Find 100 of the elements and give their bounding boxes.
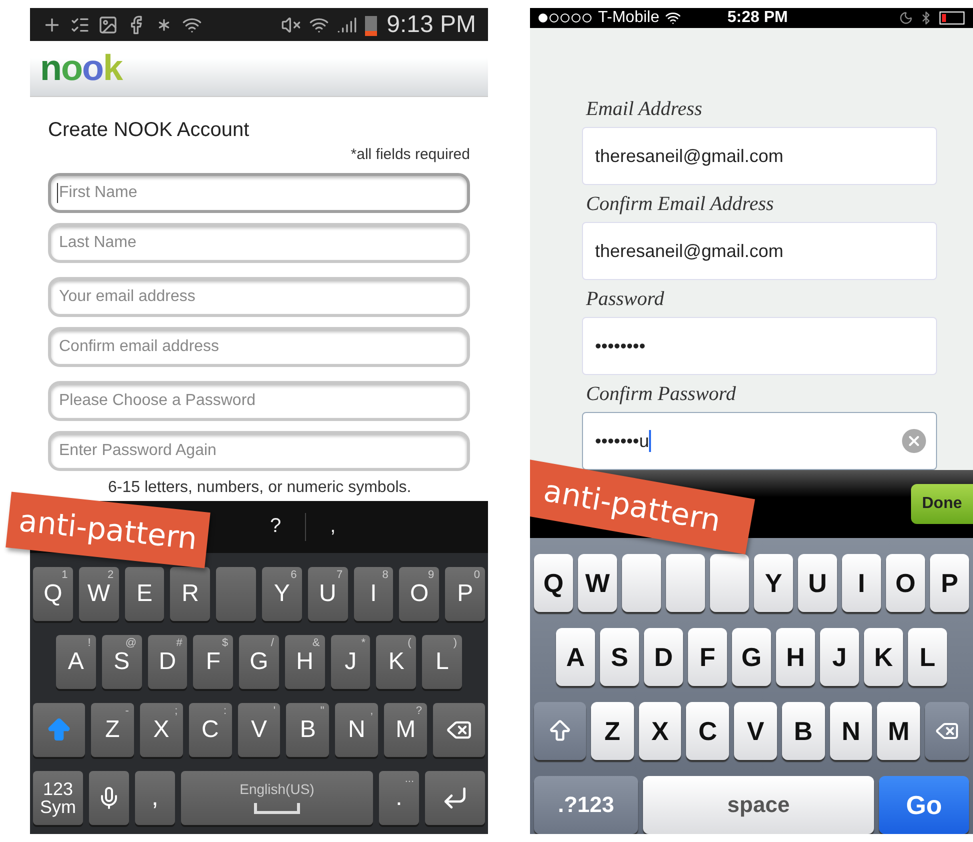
field-label: Email Address: [586, 98, 704, 121]
input-field[interactable]: First Name: [48, 172, 470, 213]
input-field[interactable]: •••••••u: [582, 412, 937, 470]
voice-key[interactable]: [89, 770, 129, 825]
keyboard-key[interactable]: B ": [286, 702, 330, 757]
keyboard-key[interactable]: Z -: [91, 702, 134, 757]
keyboard-key[interactable]: Y 6: [262, 566, 302, 621]
input-field[interactable]: Your email address: [48, 276, 470, 317]
suggestion[interactable]: ,: [330, 515, 336, 538]
keyboard-key[interactable]: [622, 554, 661, 612]
key-hint: -: [125, 704, 129, 717]
key-hint: *: [361, 636, 366, 649]
text-cursor: [57, 182, 58, 203]
keyboard-key[interactable]: R: [170, 566, 210, 621]
keyboard-key[interactable]: U 7: [308, 566, 348, 621]
keyboard-key[interactable]: N: [830, 702, 872, 760]
shift-key[interactable]: [534, 702, 586, 760]
key-hint: @: [125, 636, 137, 649]
keyboard-key[interactable]: D: [644, 628, 683, 686]
key-hint: 8: [382, 568, 388, 581]
keyboard-key[interactable]: A !: [56, 634, 96, 689]
keyboard-key[interactable]: . ...: [379, 770, 419, 825]
go-key[interactable]: Go: [879, 776, 969, 834]
keyboard-key[interactable]: J: [820, 628, 859, 686]
key-hint: (: [408, 636, 412, 649]
nook-logo: nook: [40, 47, 122, 90]
keyboard-key[interactable]: D #: [148, 634, 188, 689]
keyboard-key[interactable]: ,: [135, 770, 175, 825]
keyboard-key[interactable]: L ): [422, 634, 462, 689]
keyboard-key[interactable]: F $: [193, 634, 234, 689]
keyboard-key[interactable]: N ,: [335, 702, 378, 757]
keyboard-key[interactable]: I 8: [354, 566, 394, 621]
keyboard-key[interactable]: K: [864, 628, 903, 686]
battery-icon: [939, 11, 965, 25]
symbols-key[interactable]: 123 Sym: [33, 770, 83, 825]
keyboard-key[interactable]: I: [842, 554, 881, 612]
keyboard-key[interactable]: E: [124, 566, 164, 621]
space-key[interactable]: space: [643, 776, 874, 834]
wifi-icon: [665, 10, 682, 26]
keyboard-key[interactable]: [666, 554, 705, 612]
key-hint: ': [273, 704, 276, 717]
keyboard-key[interactable]: M: [877, 702, 920, 760]
keyboard-key[interactable]: G /: [239, 634, 279, 689]
keyboard-key[interactable]: B: [782, 702, 825, 760]
key-hint: :: [224, 704, 227, 717]
input-field[interactable]: Enter Password Again: [48, 430, 470, 471]
keyboard-key[interactable]: G: [732, 628, 771, 686]
key-hint: 2: [107, 568, 114, 581]
keyboard-key[interactable]: M ?: [384, 702, 428, 757]
input-field[interactable]: ••••••••: [582, 317, 937, 375]
keyboard-key[interactable]: O 9: [399, 566, 440, 621]
enter-key[interactable]: [425, 770, 485, 825]
keyboard-key[interactable]: W 2: [78, 566, 119, 621]
symbols-key[interactable]: .?123: [534, 776, 638, 834]
required-note: *all fields required: [350, 146, 470, 163]
keyboard-key[interactable]: C: [686, 702, 730, 760]
keyboard-key[interactable]: U: [798, 554, 837, 612]
input-field[interactable]: theresaneil@gmail.com: [582, 222, 937, 280]
keyboard-key[interactable]: F: [688, 628, 727, 686]
keyboard-key[interactable]: S: [600, 628, 639, 686]
input-field[interactable]: Please Choose a Password: [48, 380, 470, 421]
keyboard-key[interactable]: V ': [238, 702, 280, 757]
keyboard-key[interactable]: Y: [754, 554, 793, 612]
keyboard-key[interactable]: X: [638, 702, 682, 760]
clear-button[interactable]: [902, 429, 926, 453]
input-field[interactable]: theresaneil@gmail.com: [582, 127, 937, 185]
keyboard-key[interactable]: L: [908, 628, 947, 686]
shift-key[interactable]: [33, 702, 85, 757]
keyboard-key[interactable]: P 0: [445, 566, 485, 621]
status-time: 9:13 PM: [386, 10, 476, 39]
key-hint: 7: [336, 568, 343, 581]
keyboard-key[interactable]: K (: [376, 634, 416, 689]
done-button[interactable]: Done: [911, 484, 973, 524]
keyboard-key[interactable]: Q: [534, 554, 573, 612]
keyboard-key[interactable]: A: [556, 628, 595, 686]
keyboard-key[interactable]: H: [776, 628, 815, 686]
keyboard-key[interactable]: [710, 554, 749, 612]
key-hint: /: [270, 636, 274, 649]
backspace-key[interactable]: [433, 702, 486, 757]
input-field[interactable]: Last Name: [48, 222, 470, 263]
field-label: Confirm Email Address: [586, 193, 775, 216]
keyboard-key[interactable]: J *: [330, 634, 370, 689]
key-hint: #: [176, 636, 182, 649]
space-key[interactable]: English(US): [181, 770, 373, 825]
keyboard-key[interactable]: C :: [188, 702, 232, 757]
keyboard-key[interactable]: [216, 566, 256, 621]
key-hint: ": [320, 704, 324, 717]
suggestion[interactable]: ?: [270, 515, 282, 538]
battery-icon: [364, 14, 377, 36]
keyboard-key[interactable]: H &: [284, 634, 325, 689]
shift-icon: [547, 718, 573, 744]
keyboard-key[interactable]: Z: [591, 702, 634, 760]
keyboard-key[interactable]: Q 1: [33, 566, 73, 621]
keyboard-key[interactable]: O: [886, 554, 925, 612]
keyboard-key[interactable]: V: [734, 702, 777, 760]
keyboard-key[interactable]: X ;: [140, 702, 183, 757]
keyboard-key[interactable]: W: [578, 554, 617, 612]
input-field[interactable]: Confirm email address: [48, 326, 470, 367]
keyboard-key[interactable]: S @: [102, 634, 142, 689]
keyboard-key[interactable]: P: [930, 554, 969, 612]
